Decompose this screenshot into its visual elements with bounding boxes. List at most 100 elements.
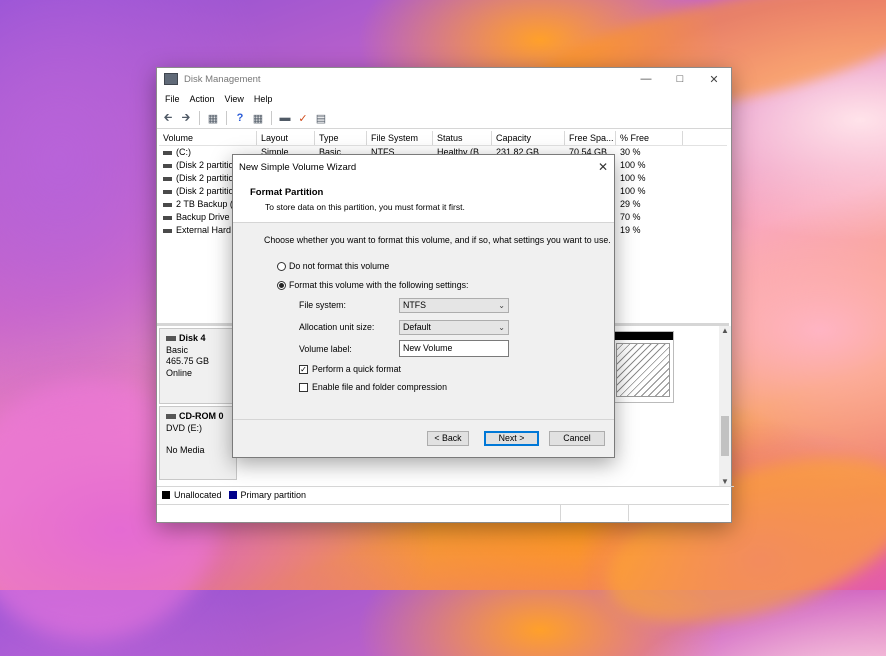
wizard-heading: Format Partition (250, 187, 324, 198)
checklist-icon[interactable]: ✓ (295, 111, 311, 125)
quick-format-checkbox[interactable]: ✓ Perform a quick format (299, 364, 401, 374)
volume-percent-free: 100 % (620, 173, 646, 183)
disk-name: Disk 4 (179, 333, 206, 343)
chevron-down-icon: ⌄ (498, 323, 505, 332)
disk-type: Basic (166, 344, 189, 355)
radio-button[interactable] (277, 261, 286, 271)
wizard-title: New Simple Volume Wizard (239, 161, 357, 173)
console-tree-icon[interactable]: ▦ (205, 111, 221, 125)
column-header-capacity[interactable]: Capacity (492, 131, 565, 145)
scroll-up-icon[interactable]: ▲ (719, 326, 731, 335)
disk-size: 465.75 GB (166, 356, 210, 366)
connect-icon[interactable]: ▬ (277, 111, 293, 125)
disk-icon (166, 336, 176, 342)
forward-arrow-icon[interactable]: 🡲 (178, 111, 194, 125)
column-header-percent-free[interactable]: % Free (616, 131, 683, 145)
scroll-down-icon[interactable]: ▼ (719, 477, 731, 486)
cdrom-drive: DVD (E:) (166, 422, 202, 433)
volume-name: 2 TB Backup (F (176, 199, 239, 209)
status-bar (157, 504, 729, 521)
volume-percent-free: 30 % (620, 147, 641, 157)
volume-label-input[interactable]: New Volume (399, 340, 509, 357)
drive-icon (163, 189, 172, 194)
volume-percent-free: 100 % (620, 186, 646, 196)
column-header-volume[interactable]: Volume (159, 131, 257, 145)
volume-percent-free: 19 % (620, 225, 641, 235)
cdrom-media: No Media (166, 445, 205, 455)
menu-help[interactable]: Help (249, 94, 278, 104)
radio-label: Do not format this volume (289, 261, 390, 271)
cdrom-icon (166, 414, 176, 420)
minimize-button[interactable]: — (629, 68, 663, 90)
cancel-button[interactable]: Cancel (549, 431, 605, 446)
title-bar: Disk Management — □ ✕ (157, 68, 731, 90)
radio-label: Format this volume with the following se… (289, 280, 469, 290)
checkbox-checked[interactable]: ✓ (299, 364, 308, 374)
volume-list-header: Volume Layout Type File System Status Ca… (159, 131, 727, 146)
toolbar-separator (226, 111, 227, 125)
drive-icon (163, 228, 172, 233)
file-system-select[interactable]: NTFS ⌄ (399, 298, 509, 313)
column-header-layout[interactable]: Layout (257, 131, 315, 145)
checkbox-label: Enable file and folder compression (312, 382, 447, 392)
properties-icon[interactable]: ▦ (250, 111, 266, 125)
wizard-header: Format Partition To store data on this p… (233, 179, 614, 223)
column-header-type[interactable]: Type (315, 131, 367, 145)
next-button[interactable]: Next > (484, 431, 539, 446)
details-icon[interactable]: ▤ (313, 111, 329, 125)
scrollbar-thumb[interactable] (721, 416, 729, 456)
back-arrow-icon[interactable]: 🡰 (160, 111, 176, 125)
column-header-file-system[interactable]: File System (367, 131, 433, 145)
legend-unallocated: Unallocated (174, 490, 222, 500)
checkbox-unchecked[interactable] (299, 382, 308, 392)
radio-do-not-format[interactable]: Do not format this volume (277, 261, 389, 271)
primary-partition-swatch (228, 491, 237, 499)
volume-percent-free: 100 % (620, 160, 646, 170)
toolbar-separator (199, 111, 200, 125)
disk-status: Online (166, 367, 193, 378)
cdrom-label[interactable]: CD-ROM 0 DVD (E:) No Media (159, 406, 237, 480)
close-icon[interactable]: ✕ (592, 160, 614, 174)
wizard-intro: Choose whether you want to format this v… (264, 235, 611, 245)
allocation-unit-value: Default (403, 322, 431, 332)
wizard-footer: < Back Next > Cancel (233, 419, 614, 458)
vertical-scrollbar[interactable]: ▲ ▼ (719, 326, 731, 486)
chevron-down-icon: ⌄ (498, 301, 505, 310)
cdrom-name: CD-ROM 0 (179, 411, 224, 421)
unallocated-space[interactable] (612, 331, 674, 403)
close-button[interactable]: ✕ (697, 68, 731, 90)
drive-icon (163, 176, 172, 181)
menu-file[interactable]: File (160, 94, 185, 104)
volume-name: (Disk 2 partition (176, 160, 239, 170)
menu-bar: File Action View Help (157, 90, 731, 108)
disk-management-icon (164, 73, 178, 85)
volume-percent-free: 70 % (620, 212, 641, 222)
column-header-free-space[interactable]: Free Spa... (565, 131, 616, 145)
volume-label-label: Volume label: (299, 344, 352, 354)
disk-4-label[interactable]: Disk 4 Basic 465.75 GB Online (159, 328, 237, 404)
allocation-unit-label: Allocation unit size: (299, 322, 375, 332)
volume-name: (Disk 2 partition (176, 186, 239, 196)
menu-action[interactable]: Action (185, 94, 220, 104)
radio-button-selected[interactable] (277, 280, 286, 290)
maximize-button[interactable]: □ (663, 68, 697, 90)
radio-format-volume[interactable]: Format this volume with the following se… (277, 280, 468, 290)
file-system-value: NTFS (403, 300, 426, 310)
back-button[interactable]: < Back (427, 431, 469, 446)
help-icon[interactable]: ? (232, 111, 248, 125)
volume-name: Backup Drive ( (176, 212, 236, 222)
drive-icon (163, 150, 172, 155)
wizard-title-bar: New Simple Volume Wizard ✕ (233, 155, 614, 179)
unallocated-hatch (616, 343, 670, 397)
wizard-subheading: To store data on this partition, you mus… (265, 202, 465, 212)
menu-view[interactable]: View (220, 94, 249, 104)
checkbox-label: Perform a quick format (312, 364, 401, 374)
allocation-unit-select[interactable]: Default ⌄ (399, 320, 509, 335)
window-title: Disk Management (184, 73, 261, 85)
toolbar-separator (271, 111, 272, 125)
new-simple-volume-wizard: New Simple Volume Wizard ✕ Format Partit… (232, 154, 615, 458)
column-header-status[interactable]: Status (433, 131, 492, 145)
drive-icon (163, 202, 172, 207)
compression-checkbox[interactable]: Enable file and folder compression (299, 382, 447, 392)
unallocated-bar (613, 332, 673, 340)
